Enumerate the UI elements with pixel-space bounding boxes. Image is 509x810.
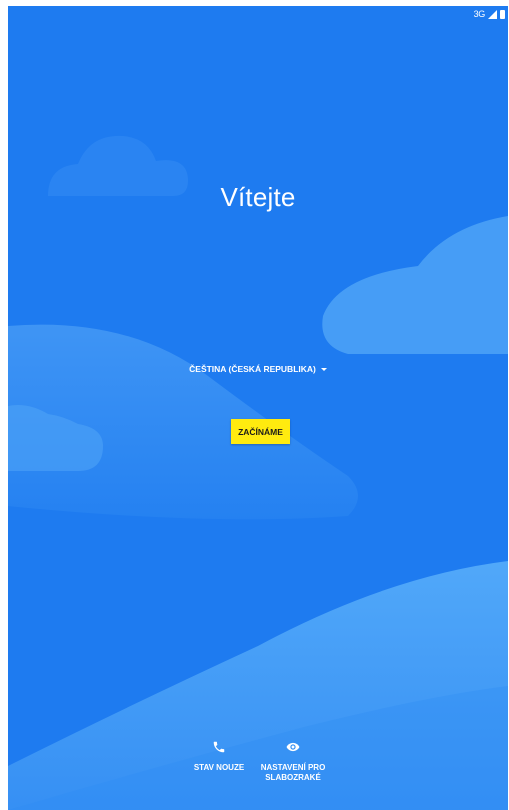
battery-icon — [500, 9, 505, 19]
language-dropdown[interactable]: ČEŠTINA (ČESKÁ REPUBLIKA) — [8, 364, 508, 374]
eye-icon — [286, 742, 300, 752]
emergency-call-button[interactable]: STAV NOUZE — [188, 740, 250, 773]
emergency-label: STAV NOUZE — [193, 763, 245, 772]
welcome-title: Vítejte — [220, 182, 296, 212]
vision-settings-button[interactable]: NASTAVENÍ PRO SLABOZRAKÉ — [253, 740, 333, 783]
language-label: ČEŠTINA (ČESKÁ REPUBLIKA) — [189, 364, 316, 374]
status-bar: 3G — [474, 6, 508, 22]
start-button[interactable]: ZAČÍNÁME — [231, 419, 290, 444]
setup-screen: 3G Vítejte ČEŠTINA (ČESKÁ REPUBLIKA) ZAČ… — [8, 6, 508, 810]
vision-label-line2: SLABOZRAKÉ — [265, 773, 321, 782]
vision-label-line1: NASTAVENÍ PRO — [260, 763, 326, 772]
background-clouds — [8, 135, 508, 810]
signal-icon — [488, 9, 497, 19]
network-type: 3G — [473, 9, 486, 19]
phone-icon — [213, 741, 225, 753]
dropdown-arrow-icon — [320, 368, 327, 371]
